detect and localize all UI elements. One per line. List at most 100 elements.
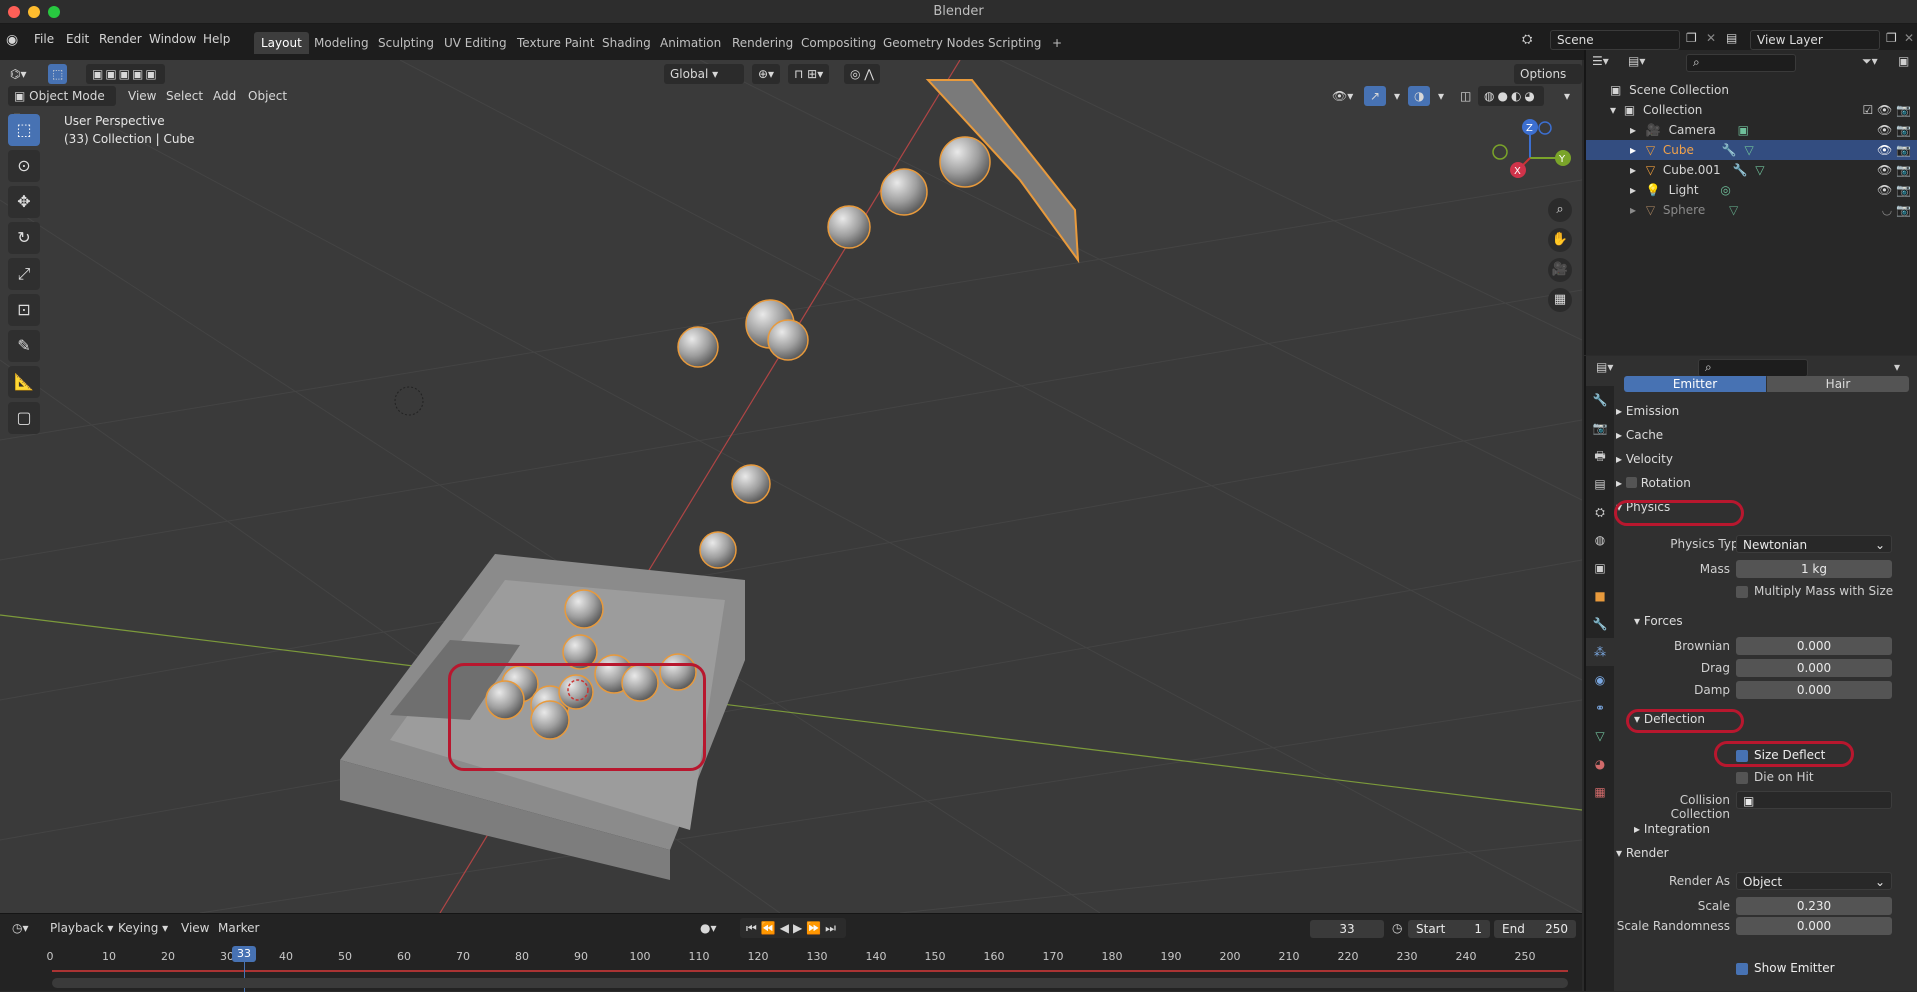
menu-help[interactable]: Help xyxy=(203,32,230,46)
menu-edit[interactable]: Edit xyxy=(66,32,89,46)
output-tab-icon[interactable]: 🖶 xyxy=(1586,442,1614,470)
damp-field[interactable]: 0.000 xyxy=(1736,681,1892,699)
measure-icon[interactable]: 📐 xyxy=(8,366,40,398)
scene-field[interactable]: Scene xyxy=(1550,30,1680,50)
outliner-editor-icon[interactable]: ☰▾ xyxy=(1592,54,1609,68)
outliner-row-light[interactable]: ▸ 💡 Light ◎ 👁 📷 xyxy=(1586,180,1917,200)
current-frame-field[interactable]: 33 xyxy=(1310,920,1384,938)
section-render[interactable]: ▾ Render xyxy=(1616,842,1917,864)
zoom-icon[interactable]: ⌕ xyxy=(1548,198,1572,222)
outliner-row-camera[interactable]: ▸ 🎥 Camera ▣ 👁 📷 xyxy=(1586,120,1917,140)
properties-editor-icon[interactable]: ▤▾ xyxy=(1596,360,1613,374)
playhead-frame[interactable]: 33 xyxy=(232,946,256,962)
playback-controls-icon[interactable]: ⏮⏪◀▶⏩⏭ xyxy=(740,918,846,938)
mode-select[interactable]: ▣ Object Mode ▾ xyxy=(8,86,116,123)
visibility-toggles-icon[interactable]: 👁 📷 xyxy=(1877,180,1911,200)
viewport-menu-object[interactable]: Object xyxy=(242,86,293,106)
subsection-integration[interactable]: ▸ Integration xyxy=(1634,818,1917,840)
overlays-dropdown-icon[interactable]: ▾ xyxy=(1432,86,1450,106)
tab-scripting[interactable]: Scripting xyxy=(981,32,1048,54)
light-object-icon[interactable] xyxy=(394,386,424,416)
material-tab-icon[interactable]: ◕ xyxy=(1586,750,1614,778)
snap-icon[interactable]: ⊓ ⊞▾ xyxy=(788,64,830,84)
gizmo-dropdown-icon[interactable]: ▾ xyxy=(1388,86,1406,106)
tab-compositing[interactable]: Compositing xyxy=(794,32,883,54)
selection-mode-icons[interactable]: ▣▣▣▣▣ xyxy=(86,64,165,84)
tab-rendering[interactable]: Rendering xyxy=(725,32,800,54)
viewport-menu-select[interactable]: Select xyxy=(160,86,209,106)
scale-field[interactable]: 0.230 xyxy=(1736,897,1892,915)
object-tab-icon[interactable]: ■ xyxy=(1586,582,1614,610)
3d-viewport[interactable]: Z Y X ⌬▾ ⬚ ▣▣▣▣▣ Global ▾ ⊕▾ ⊓ ⊞▾ ◎ ⋀ Op… xyxy=(0,60,1582,913)
tab-geometry-nodes[interactable]: Geometry Nodes xyxy=(876,32,991,54)
clock-icon[interactable]: ◷ xyxy=(1386,918,1408,938)
select-tool-icon[interactable]: ⬚ xyxy=(48,64,68,84)
properties-search-input[interactable]: ⌕ xyxy=(1698,359,1808,377)
outliner-row-cube[interactable]: ▸ ▽ Cube 🔧 ▽ 👁 📷 xyxy=(1586,140,1917,160)
camera-view-icon[interactable]: 🎥 xyxy=(1548,258,1572,282)
ortho-grid-icon[interactable]: ▦ xyxy=(1548,288,1572,312)
scale-icon[interactable]: ⤢ xyxy=(8,258,40,290)
add-cube-icon[interactable]: ▢ xyxy=(8,402,40,434)
constraints-tab-icon[interactable]: ⚭ xyxy=(1586,694,1614,722)
proportional-edit-icon[interactable]: ◎ ⋀ xyxy=(844,64,881,84)
mass-field[interactable]: 1 kg xyxy=(1736,560,1892,578)
visibility-icon[interactable]: 👁▾ xyxy=(1326,86,1359,106)
menu-keying[interactable]: Keying ▾ xyxy=(112,918,174,938)
tool-tab-icon[interactable]: 🔧 xyxy=(1586,386,1614,414)
pan-hand-icon[interactable]: ✋ xyxy=(1548,228,1572,252)
menu-file[interactable]: File xyxy=(34,32,54,46)
options-button[interactable]: Options ▾ xyxy=(1514,64,1582,101)
show-emitter-checkbox[interactable] xyxy=(1736,963,1748,975)
collection-toggles-icon[interactable]: ☑ 👁 📷 xyxy=(1862,100,1911,120)
view-layer-tab-icon[interactable]: ▤ xyxy=(1586,470,1614,498)
section-emission[interactable]: ▸ Emission xyxy=(1616,400,1917,422)
overlays-icon[interactable]: ◑ xyxy=(1408,86,1431,106)
delete-scene-icon[interactable]: ✕ xyxy=(1706,31,1716,45)
tab-uv-editing[interactable]: UV Editing xyxy=(437,32,514,54)
modifier-tab-icon[interactable]: 🔧 xyxy=(1586,610,1614,638)
visibility-toggles-icon[interactable]: 👁 📷 xyxy=(1877,120,1911,140)
shading-mode-icons[interactable]: ◍●◐◕ xyxy=(1478,86,1544,106)
rotation-checkbox[interactable] xyxy=(1625,477,1637,488)
editor-type-icon[interactable]: ⌬▾ xyxy=(4,64,33,84)
subsection-forces[interactable]: ▾ Forces xyxy=(1634,610,1917,632)
menu-window[interactable]: Window xyxy=(149,32,196,46)
outliner-row-sphere[interactable]: ▸ ▽ Sphere ▽ ◡ 📷 xyxy=(1586,200,1917,220)
tab-emitter[interactable]: Emitter xyxy=(1624,376,1766,392)
outliner-search-input[interactable]: ⌕ xyxy=(1686,54,1796,72)
physics-type-select[interactable]: Newtonian ⌄ xyxy=(1736,535,1892,553)
transform-icon[interactable]: ⊡ xyxy=(8,294,40,326)
tab-modeling[interactable]: Modeling xyxy=(307,32,376,54)
tab-layout[interactable]: Layout xyxy=(254,32,309,54)
visibility-toggles-icon[interactable]: 👁 📷 xyxy=(1877,140,1911,160)
drag-field[interactable]: 0.000 xyxy=(1736,659,1892,677)
tab-texture-paint[interactable]: Texture Paint xyxy=(510,32,601,54)
xray-icon[interactable]: ◫ xyxy=(1454,86,1477,106)
particles-tab-icon[interactable]: ⁂ xyxy=(1586,638,1614,666)
menu-render[interactable]: Render xyxy=(99,32,142,46)
filter-icon[interactable]: ⏷▾ xyxy=(1862,54,1878,69)
end-frame-field[interactable]: End 250 xyxy=(1494,920,1576,938)
select-box-icon[interactable]: ⬚ xyxy=(8,114,40,146)
view-layer-field[interactable]: View Layer xyxy=(1750,30,1880,50)
blender-logo-icon[interactable]: ◉ xyxy=(6,32,18,48)
scene-icon[interactable]: ⛭ xyxy=(1522,32,1532,47)
physics-tab-icon[interactable]: ◉ xyxy=(1586,666,1614,694)
scale-randomness-field[interactable]: 0.000 xyxy=(1736,917,1892,935)
die-on-hit-checkbox[interactable] xyxy=(1736,772,1748,784)
menu-playback[interactable]: Playback ▾ xyxy=(44,918,119,938)
shading-dropdown-icon[interactable]: ▾ xyxy=(1558,86,1576,106)
copy-scene-icon[interactable]: ❐ xyxy=(1686,31,1697,45)
delete-view-layer-icon[interactable]: ✕ xyxy=(1904,31,1914,45)
add-workspace-icon[interactable]: + xyxy=(1045,32,1069,54)
tab-animation[interactable]: Animation xyxy=(653,32,728,54)
annotate-icon[interactable]: ✎ xyxy=(8,330,40,362)
menu-timeline-view[interactable]: View xyxy=(175,918,215,938)
section-cache[interactable]: ▸ Cache xyxy=(1616,424,1917,446)
texture-tab-icon[interactable]: ▦ xyxy=(1586,778,1614,806)
render-tab-icon[interactable]: 📷 xyxy=(1586,414,1614,442)
copy-view-layer-icon[interactable]: ❐ xyxy=(1886,31,1897,45)
brownian-field[interactable]: 0.000 xyxy=(1736,637,1892,655)
navigation-gizmo[interactable]: Z Y X xyxy=(1492,119,1571,178)
